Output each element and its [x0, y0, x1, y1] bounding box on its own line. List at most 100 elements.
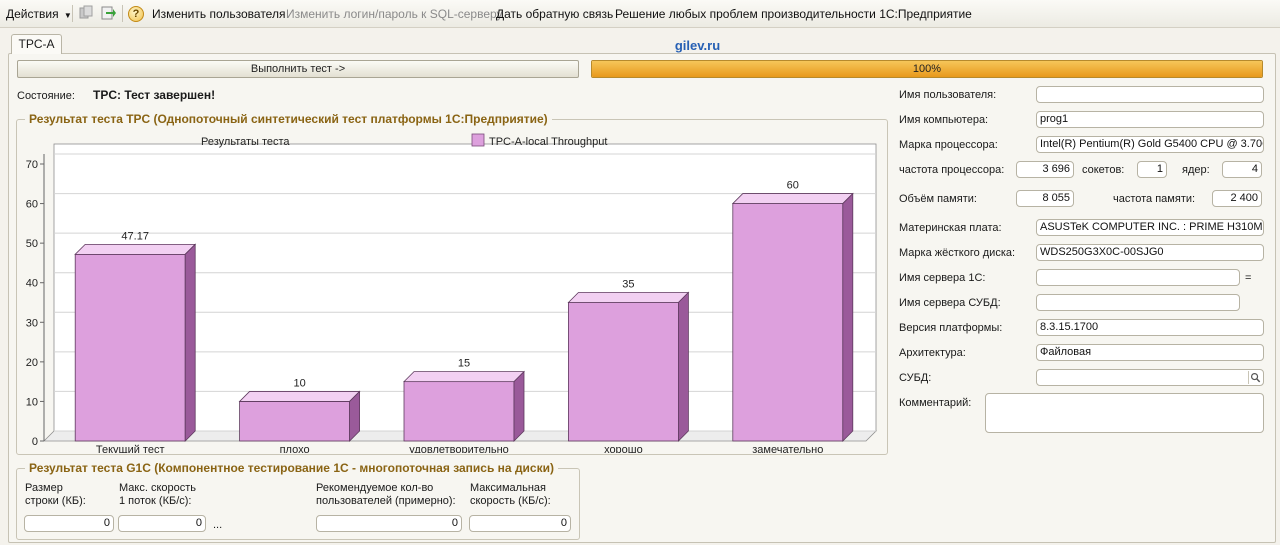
max-speed-field[interactable]: 0	[469, 515, 571, 532]
cpu-field[interactable]: Intel(R) Pentium(R) Gold G5400 CPU @ 3.7…	[1036, 136, 1264, 153]
data-label: 47.17	[121, 230, 149, 242]
y-tick-label: 40	[26, 278, 38, 290]
server-1c-label: Имя сервера 1С:	[899, 272, 986, 284]
x-tick-label: удовлетворительно	[409, 444, 509, 453]
x-tick-label: хорошо	[604, 444, 643, 453]
state-value: TPC: Тест завершен!	[93, 88, 216, 102]
toolbar: Действия ▼ ? Изменить пользователя Измен…	[0, 0, 1280, 28]
bar-side	[513, 370, 525, 442]
y-tick-label: 70	[26, 159, 38, 171]
speed-1-thread-label-line1: Макс. скорость	[119, 482, 197, 494]
row-size-field[interactable]: 0	[24, 515, 114, 532]
toolbar-divider	[72, 5, 73, 22]
site-link[interactable]: gilev.ru	[0, 38, 1280, 53]
bar-top	[74, 243, 197, 255]
y-tick-label: 20	[26, 357, 38, 369]
x-tick-label: замечательно	[752, 444, 823, 453]
sockets-field[interactable]: 1	[1137, 161, 1167, 178]
bar-top	[238, 391, 361, 402]
architecture-label: Архитектура:	[899, 347, 966, 359]
bar-top	[567, 292, 690, 303]
disk-field[interactable]: WDS250G3X0C-00SJG0	[1036, 244, 1264, 261]
cpu-frequency-field[interactable]: 3 696	[1016, 161, 1074, 178]
computer-label: Имя компьютера:	[899, 114, 989, 126]
bar-top	[403, 371, 525, 383]
run-test-button[interactable]: Выполнить тест ->	[17, 60, 579, 78]
more-button[interactable]: ...	[213, 519, 222, 531]
recommended-users-field[interactable]: 0	[316, 515, 462, 532]
y-tick-label: 30	[26, 317, 38, 329]
recommended-users-label-line2: пользователей (примерно):	[316, 495, 456, 507]
server-1c-field[interactable]	[1036, 269, 1240, 286]
tpc-group-title: Результат теста TPC (Однопоточный синтет…	[25, 112, 552, 126]
memory-label: Объём памяти:	[899, 193, 977, 205]
state-label: Состояние:	[17, 90, 75, 102]
user-label: Имя пользователя:	[899, 89, 997, 101]
bar-side	[184, 243, 196, 442]
y-tick-label: 60	[26, 199, 38, 211]
speed-1-thread-label: Макс. скорость 1 поток (КБ/с):	[119, 482, 196, 508]
db-server-label: Имя сервера СУБД:	[899, 297, 1001, 309]
y-tick-label: 50	[26, 238, 38, 250]
dbms-label: СУБД:	[899, 372, 932, 384]
bar	[732, 203, 844, 442]
progress-label: 100%	[912, 63, 942, 75]
db-server-field[interactable]	[1036, 294, 1240, 311]
data-label: 10	[293, 377, 305, 389]
feedback-button[interactable]: Дать обратную связь	[496, 7, 613, 21]
recommended-users-label: Рекомендуемое кол-во пользователей (прим…	[316, 482, 456, 508]
platform-label: Версия платформы:	[899, 322, 1003, 334]
actions-menu-label: Действия	[6, 7, 59, 21]
bar-top	[731, 193, 854, 204]
actions-menu[interactable]: Действия ▼	[6, 7, 72, 21]
legend-label: TPC-A-local Throughput	[489, 136, 607, 148]
site-link-label: gilev.ru	[674, 38, 721, 53]
row-size-label-line2: строки (КБ):	[25, 495, 86, 507]
bar-side	[678, 291, 689, 442]
g1c-group-title: Результат теста G1C (Компонентное тестир…	[25, 461, 558, 475]
copy-icon[interactable]	[78, 5, 94, 21]
bar	[239, 401, 351, 442]
y-tick-label: 0	[32, 436, 38, 448]
solutions-link[interactable]: Решение любых проблем производительности…	[615, 7, 972, 21]
toolbar-divider	[122, 5, 123, 22]
export-icon[interactable]	[100, 5, 116, 21]
search-icon[interactable]	[1248, 371, 1262, 384]
data-label: 15	[458, 358, 470, 370]
max-speed-label-line1: Максимальная	[470, 482, 546, 494]
speed-1-thread-field[interactable]: 0	[118, 515, 206, 532]
x-tick-label: Текущий тест	[96, 444, 165, 453]
help-icon[interactable]: ?	[128, 6, 144, 22]
memory-frequency-label: частота памяти:	[1113, 193, 1196, 205]
x-tick-label: плохо	[280, 444, 310, 453]
legend-swatch	[471, 133, 485, 147]
platform-field[interactable]: 8.3.15.1700	[1036, 319, 1264, 336]
bar	[403, 381, 515, 442]
computer-field[interactable]: prog1	[1036, 111, 1264, 128]
motherboard-label: Материнская плата:	[899, 222, 1002, 234]
data-label: 35	[622, 279, 634, 291]
row-size-label-line1: Размер	[25, 482, 63, 494]
row-size-label: Размер строки (КБ):	[25, 482, 86, 508]
tpc-chart: 0 10 20 30 40 50 60 70 Результаты теста TPC-A-loc…	[26, 133, 877, 453]
dbms-field[interactable]	[1036, 369, 1264, 386]
comment-field[interactable]	[985, 393, 1264, 433]
bar	[74, 253, 186, 442]
memory-frequency-field[interactable]: 2 400	[1212, 190, 1262, 207]
server-1c-equals: =	[1245, 272, 1252, 284]
user-field[interactable]	[1036, 86, 1264, 103]
bar	[568, 302, 679, 442]
bar-side	[842, 192, 854, 442]
chart-title: Результаты теста	[201, 136, 290, 148]
motherboard-field[interactable]: ASUSTeK COMPUTER INC. : PRIME H310M-E	[1036, 219, 1264, 236]
disk-label: Марка жёсткого диска:	[899, 247, 1016, 259]
data-label: 60	[787, 180, 799, 192]
max-speed-label-line2: скорость (КБ/с):	[470, 495, 551, 507]
change-user-button[interactable]: Изменить пользователя	[152, 7, 285, 21]
memory-field[interactable]: 8 055	[1016, 190, 1074, 207]
change-login-button[interactable]: Изменить логин/пароль к SQL-серверу	[286, 7, 503, 21]
cores-field[interactable]: 4	[1222, 161, 1262, 178]
chevron-down-icon: ▼	[63, 11, 72, 20]
progress-bar: 100%	[591, 60, 1263, 78]
architecture-field[interactable]: Файловая	[1036, 344, 1264, 361]
